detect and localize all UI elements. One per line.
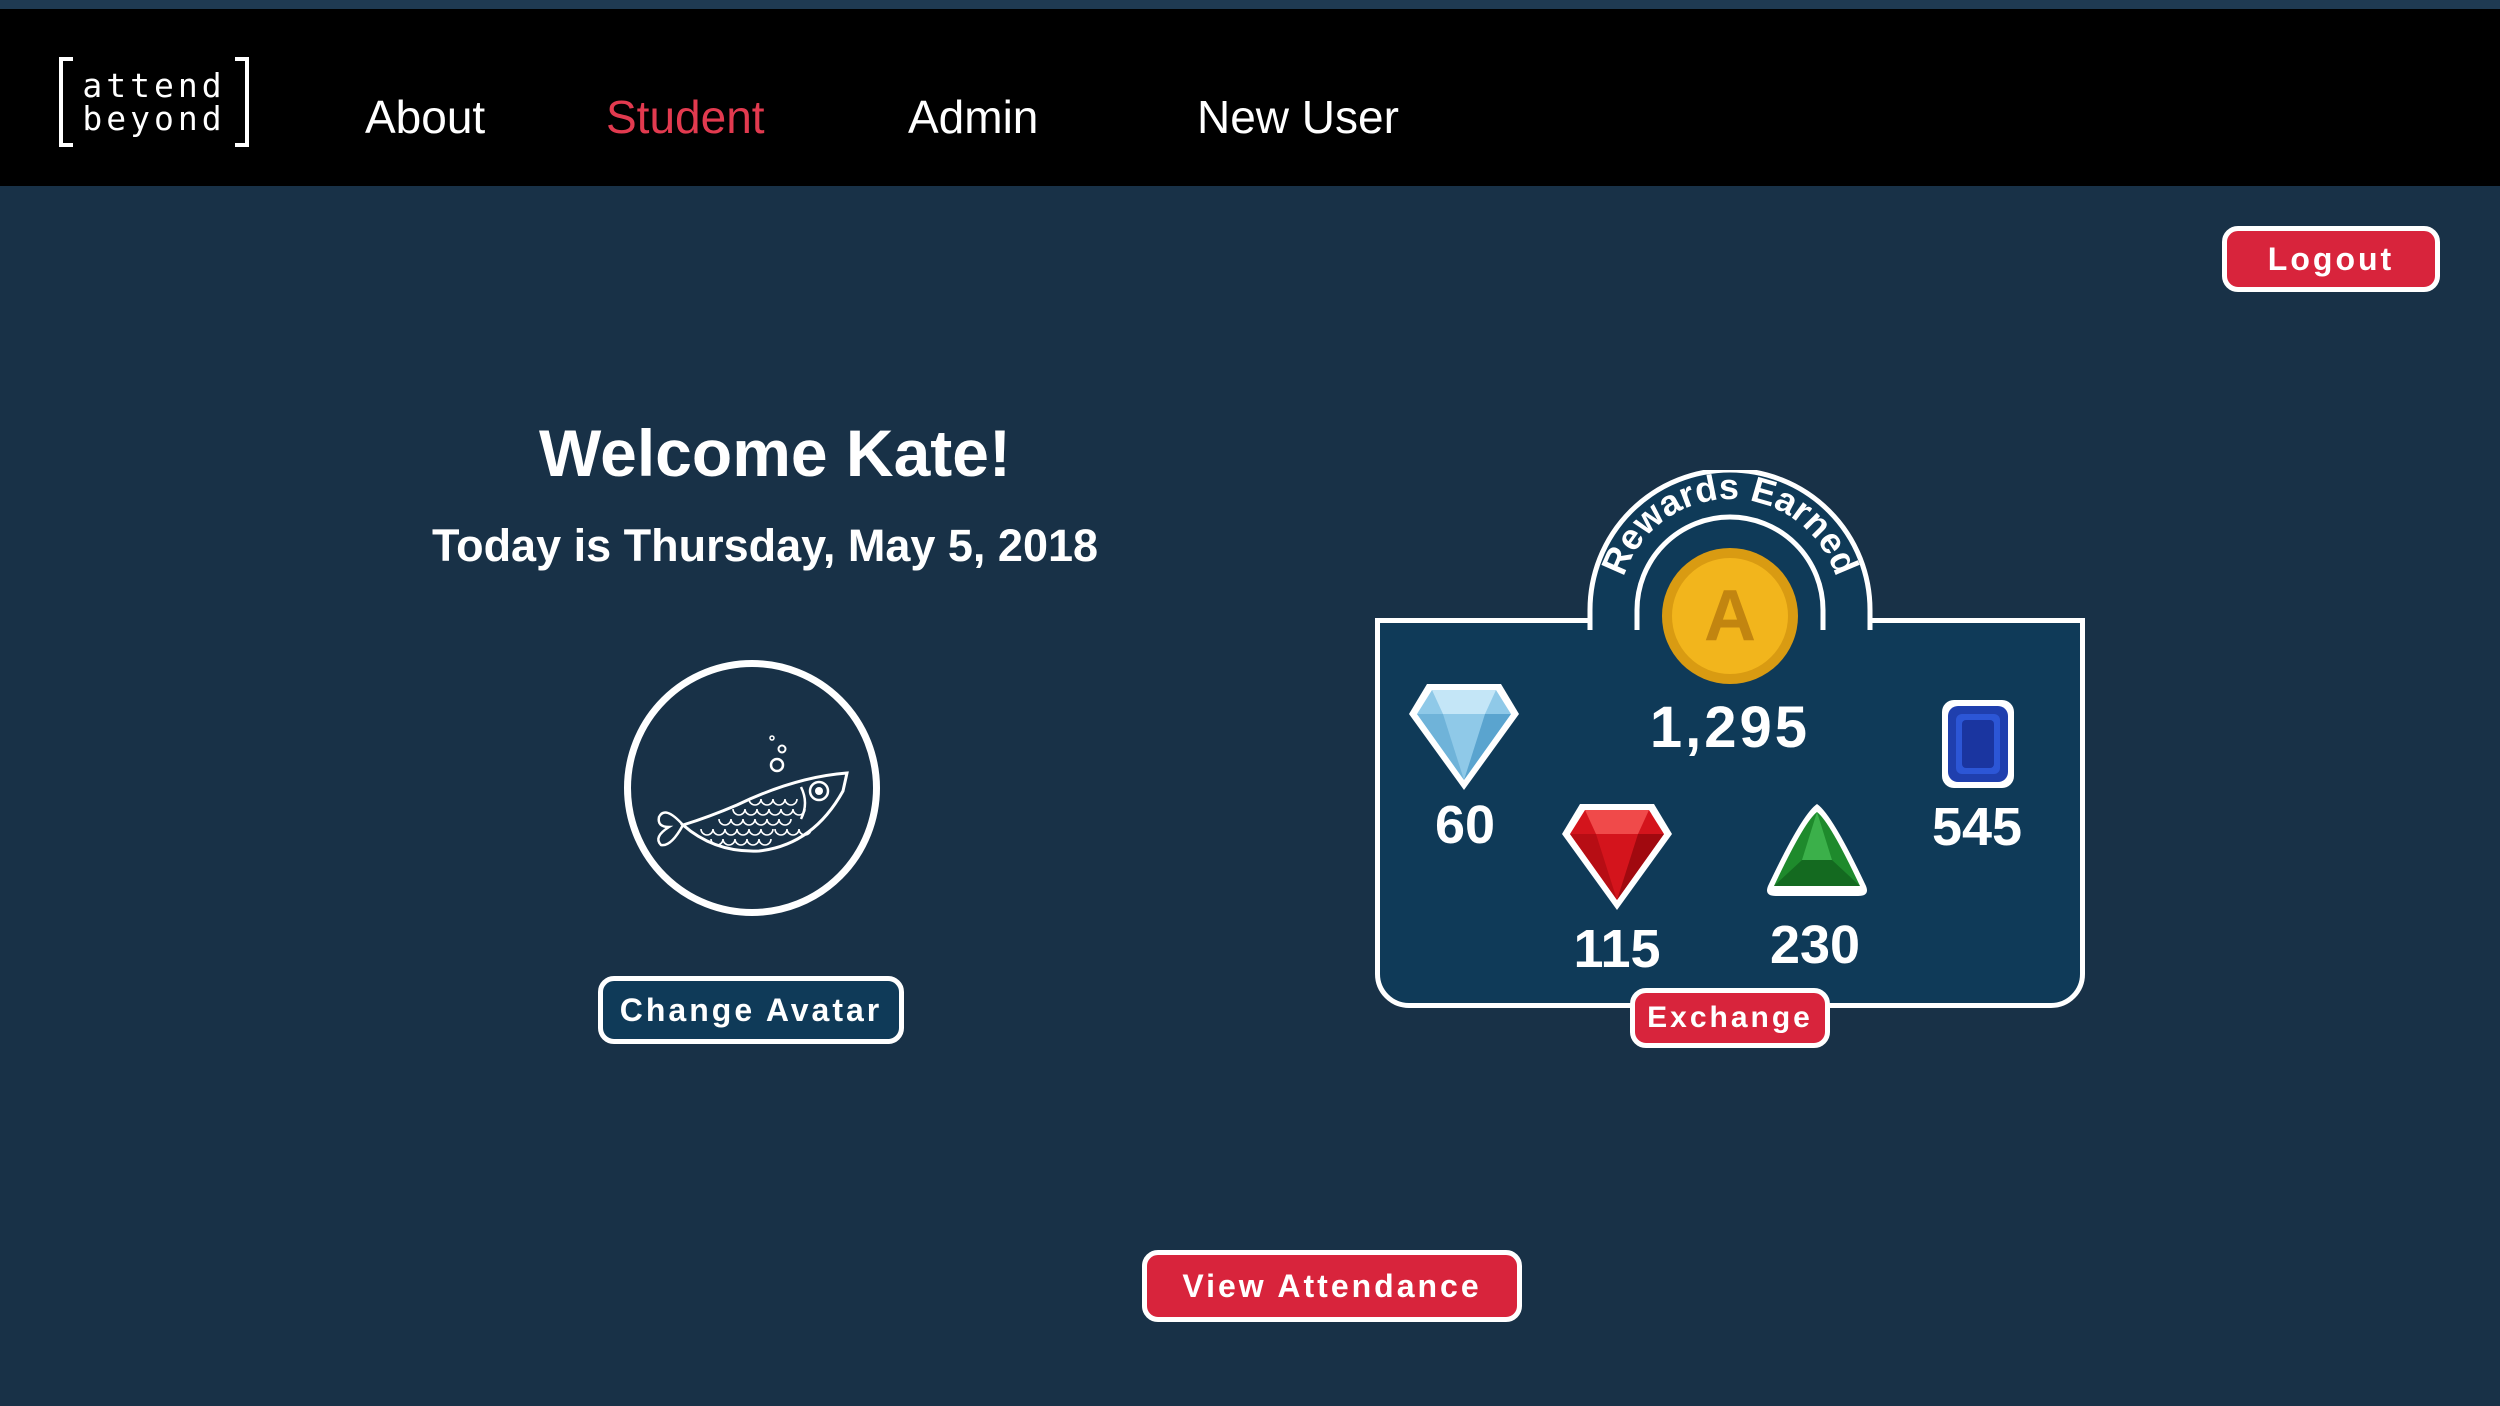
view-attendance-button[interactable]: View Attendance <box>1142 1250 1522 1322</box>
nav-about[interactable]: About <box>365 89 485 145</box>
change-avatar-button[interactable]: Change Avatar <box>598 976 904 1044</box>
welcome-heading: Welcome Kate! <box>539 416 1011 490</box>
nav-new-user[interactable]: New User <box>1197 89 1399 145</box>
avatar[interactable] <box>624 660 880 916</box>
ruby-gem-icon <box>1558 800 1676 917</box>
logo-right-bracket <box>235 57 249 147</box>
diamond-count: 60 <box>1434 795 1496 855</box>
exchange-button[interactable]: Exchange <box>1630 988 1830 1048</box>
nav-admin[interactable]: Admin <box>908 89 1038 145</box>
logo-line-2: beyond <box>82 99 226 138</box>
logo-left-bracket <box>59 57 73 147</box>
emerald-gem-icon <box>1762 800 1872 905</box>
today-date: Today is Thursday, May 5, 2018 <box>431 520 1099 571</box>
sapphire-count: 545 <box>1931 797 2023 857</box>
sapphire-gem-icon <box>1940 698 2016 795</box>
logo-line-1: attend <box>82 66 226 105</box>
attend-beyond-logo[interactable]: attend beyond <box>59 57 249 147</box>
coin-total: 1,295 <box>1649 695 1811 760</box>
emerald-count: 230 <box>1769 915 1861 975</box>
diamond-gem-icon <box>1405 680 1523 797</box>
coin-letter: A <box>1704 576 1756 656</box>
ruby-count: 115 <box>1573 919 1661 979</box>
top-accent-line <box>0 0 2500 9</box>
logout-button[interactable]: Logout <box>2222 226 2440 292</box>
fish-avatar-icon <box>657 735 849 853</box>
nav-student[interactable]: Student <box>606 89 765 145</box>
gold-coin-icon: A <box>1660 546 1800 686</box>
navbar: attend beyond About Student Admin New Us… <box>0 9 2500 186</box>
